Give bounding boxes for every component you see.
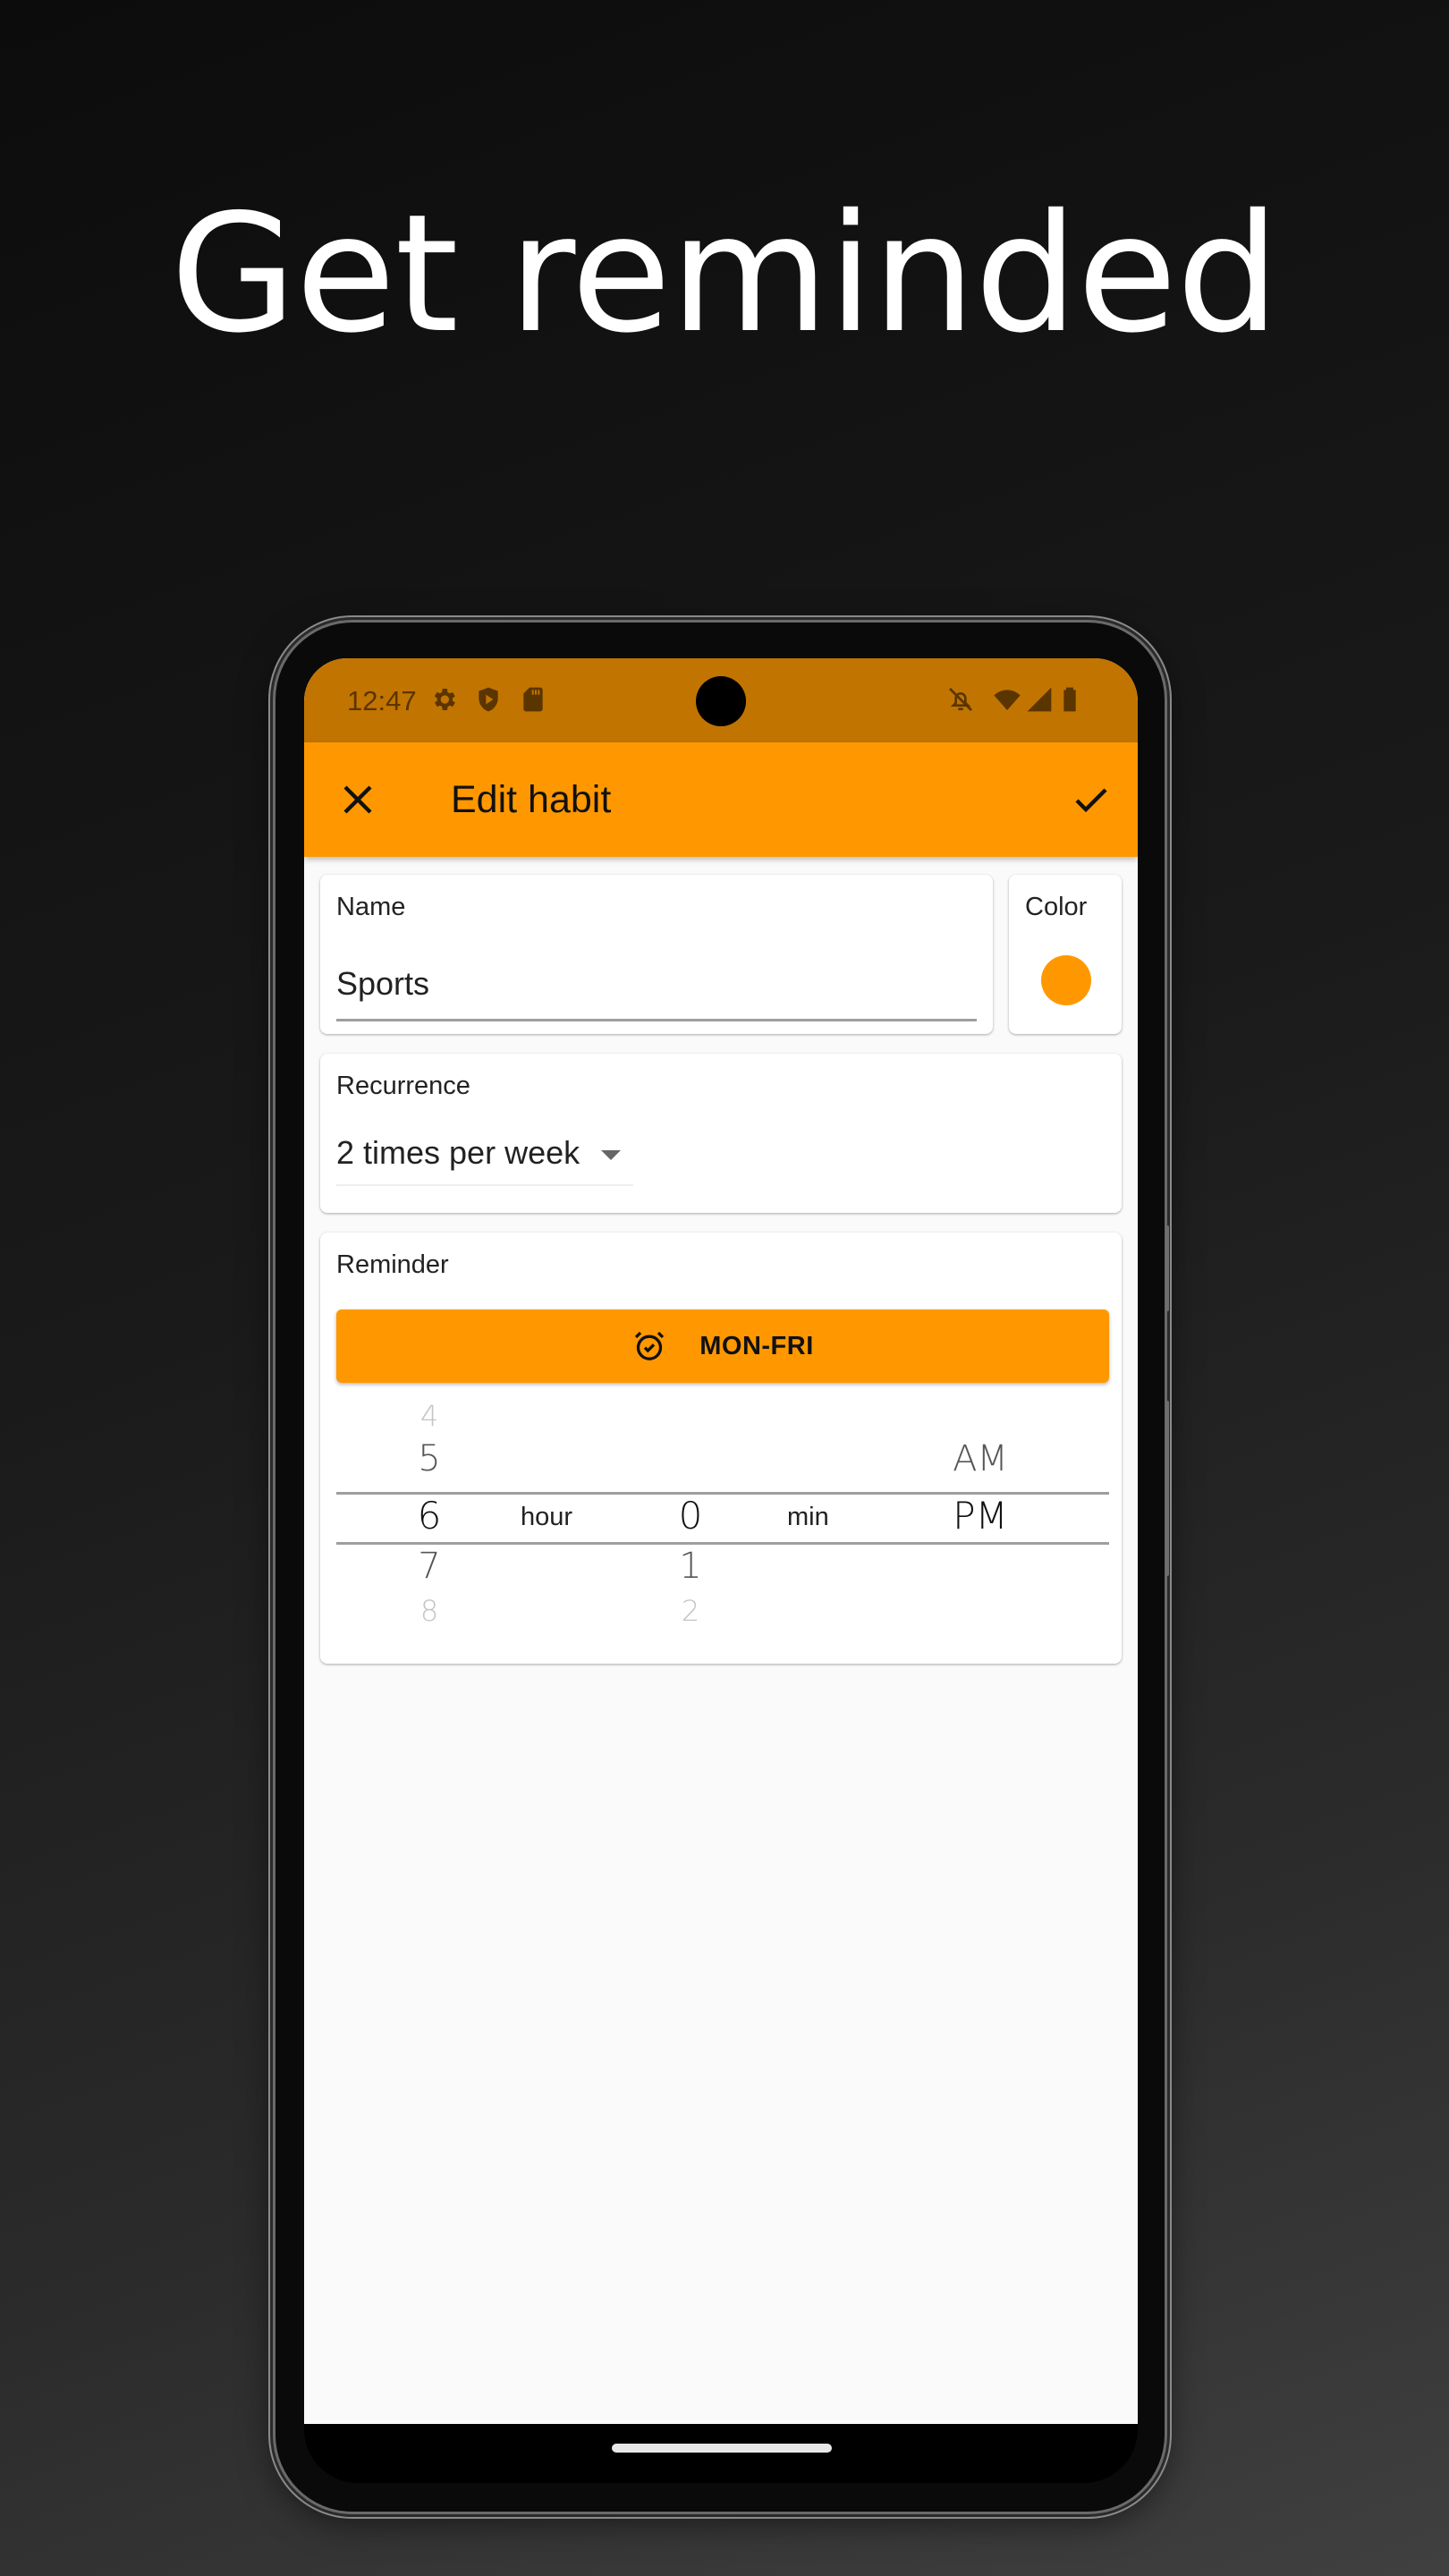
shield-play-icon — [479, 687, 498, 712]
home-indicator[interactable] — [612, 2444, 832, 2453]
power-button — [1165, 1401, 1169, 1576]
hour-wheel[interactable]: 4 5 6 7 8 — [394, 1399, 465, 1640]
reminder-days-button[interactable]: MON-FRI — [336, 1309, 1109, 1383]
page-title: Edit habit — [451, 778, 612, 821]
status-bar: 12:47 — [304, 658, 1138, 742]
status-time: 12:47 — [347, 685, 417, 716]
check-icon[interactable] — [1070, 778, 1113, 821]
minute-unit-label: min — [787, 1503, 829, 1531]
close-icon[interactable] — [336, 778, 379, 821]
reminder-card: Reminder MON-FRI 4 5 6 7 8 hour 0 1 2 mi… — [320, 1233, 1122, 1664]
recurrence-dropdown[interactable]: 2 times per week — [336, 1123, 633, 1186]
recurrence-card: Recurrence 2 times per week — [320, 1054, 1122, 1213]
period-wheel[interactable]: AM PM — [927, 1399, 1034, 1640]
minute-option[interactable]: 1 — [655, 1546, 726, 1587]
recurrence-value: 2 times per week — [336, 1134, 580, 1171]
camera-cutout — [696, 676, 746, 726]
sd-card-icon — [523, 687, 543, 712]
color-label: Color — [1025, 893, 1088, 921]
reminder-days-label: MON-FRI — [699, 1331, 814, 1360]
hour-option[interactable]: 4 — [394, 1399, 465, 1433]
hour-unit-label: hour — [521, 1503, 573, 1531]
app-bar: Edit habit — [304, 742, 1138, 857]
alarm-check-icon — [635, 1331, 665, 1360]
headline: Get reminded — [170, 179, 1279, 369]
name-label: Name — [336, 893, 406, 921]
wifi-icon — [994, 690, 1021, 710]
hour-option[interactable]: 5 — [394, 1438, 465, 1479]
reminder-label: Reminder — [336, 1250, 449, 1279]
hour-option[interactable]: 8 — [394, 1594, 465, 1628]
phone-screen: 12:47 Edit habit Name Color Recurrence 2… — [304, 658, 1138, 2424]
battery-icon — [1063, 687, 1076, 712]
dropdown-caret-icon — [601, 1150, 621, 1160]
period-option-selected[interactable]: PM — [927, 1494, 1034, 1538]
name-input[interactable] — [336, 941, 977, 1021]
time-picker: 4 5 6 7 8 hour 0 1 2 min AM PM — [336, 1399, 1109, 1640]
color-card: Color — [1009, 875, 1122, 1034]
minute-wheel[interactable]: 0 1 2 — [655, 1399, 726, 1640]
settings-icon — [434, 689, 455, 710]
name-card: Name — [320, 875, 993, 1034]
hour-option-selected[interactable]: 6 — [394, 1494, 465, 1538]
color-swatch[interactable] — [1041, 955, 1091, 1005]
period-option[interactable]: AM — [927, 1438, 1034, 1479]
hour-option[interactable]: 7 — [394, 1546, 465, 1587]
recurrence-label: Recurrence — [336, 1072, 470, 1100]
bottom-bezel — [304, 2424, 1138, 2483]
bell-off-icon — [949, 688, 972, 711]
signal-icon — [1027, 687, 1052, 712]
volume-button — [1165, 1225, 1169, 1311]
minute-option[interactable]: 2 — [655, 1594, 726, 1628]
minute-option-selected[interactable]: 0 — [655, 1494, 726, 1538]
